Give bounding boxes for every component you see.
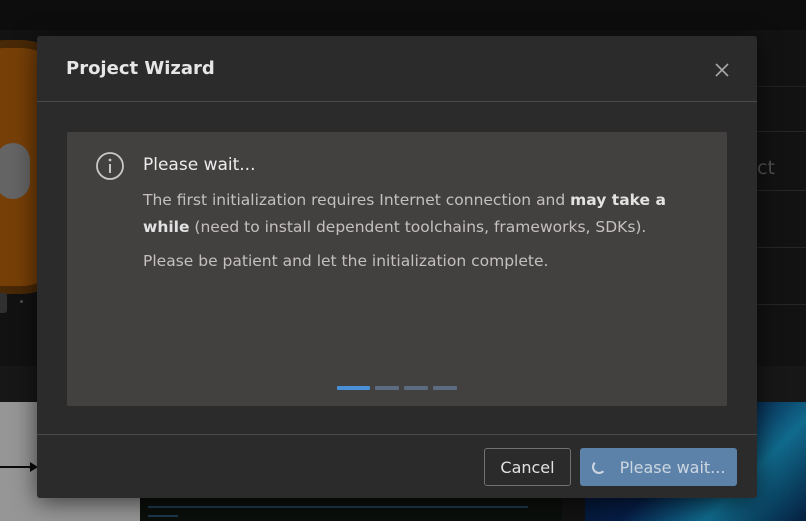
- progress-segment: [375, 386, 399, 390]
- cancel-button-label: Cancel: [500, 457, 555, 477]
- spinner-icon: [591, 460, 606, 474]
- please-wait-button[interactable]: Please wait...: [580, 448, 737, 486]
- project-wizard-dialog: Project Wizard Please wait... The first …: [37, 36, 757, 498]
- cancel-button[interactable]: Cancel: [484, 448, 571, 486]
- progress-indicator: [337, 386, 457, 390]
- message-body-text-end: (need to install dependent toolchains, f…: [189, 218, 647, 236]
- message-body-text: The first initialization requires Intern…: [143, 191, 571, 209]
- progress-segment: [404, 386, 428, 390]
- close-icon: [715, 63, 729, 77]
- dialog-footer-divider: [37, 434, 757, 435]
- message-title: Please wait...: [143, 155, 256, 175]
- close-button[interactable]: [712, 60, 732, 80]
- info-icon: [96, 152, 124, 180]
- message-panel: Please wait... The first initialization …: [67, 132, 727, 406]
- screen: ct Project Wizard Please wait... The fir…: [0, 0, 806, 521]
- please-wait-button-label: Please wait...: [619, 457, 726, 477]
- message-note: Please be patient and let the initializa…: [143, 252, 549, 270]
- progress-segment: [337, 386, 370, 390]
- progress-segment: [433, 386, 457, 390]
- dialog-header: Project Wizard: [37, 36, 757, 102]
- message-body: The first initialization requires Intern…: [143, 187, 713, 241]
- dialog-title: Project Wizard: [66, 58, 215, 79]
